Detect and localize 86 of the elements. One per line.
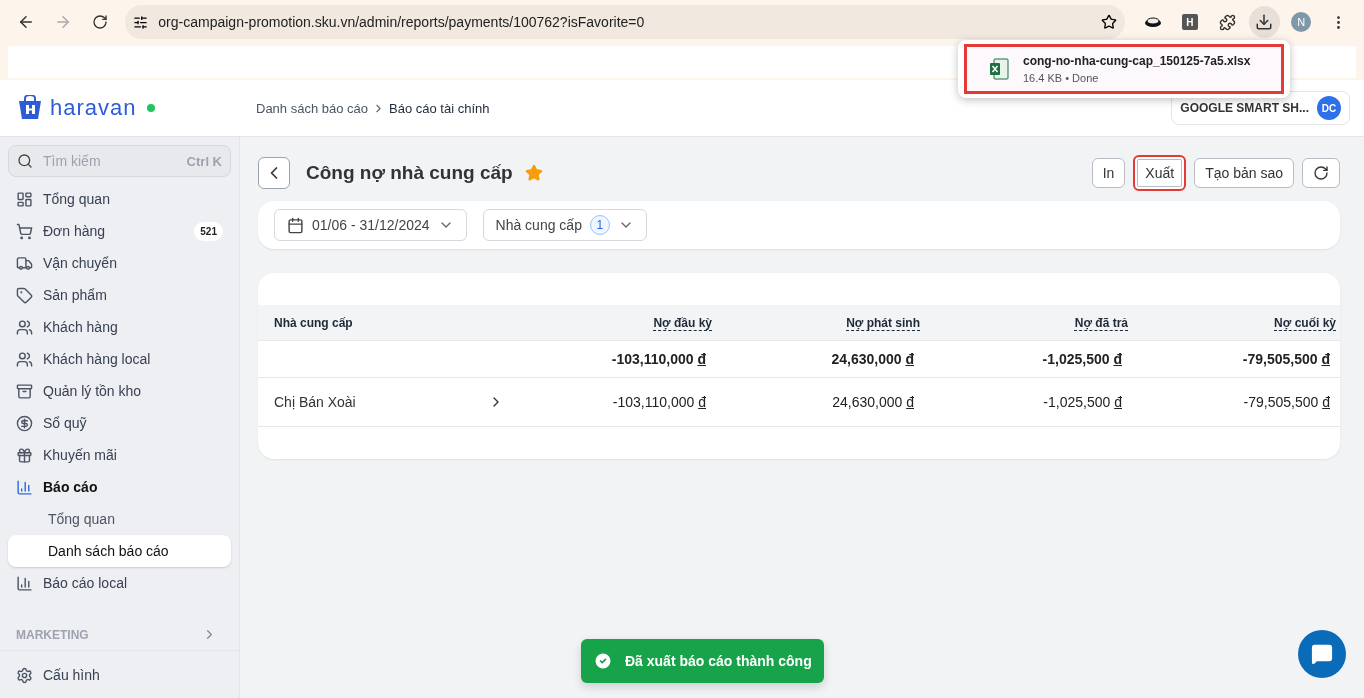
action-button[interactable]: Tạo bản sao: [1194, 158, 1294, 188]
refresh-button[interactable]: [1302, 158, 1340, 188]
amount-text: -1,025,500 đ: [1042, 351, 1123, 367]
sidebar-item-label: Sổ quỹ: [43, 415, 88, 431]
archive-icon: [16, 382, 33, 400]
chat-icon: [1311, 643, 1333, 665]
sidebar-subitem[interactable]: Tổng quan: [8, 503, 231, 535]
download-icon[interactable]: [1248, 6, 1280, 38]
action-button[interactable]: Xuất: [1133, 155, 1187, 191]
store-name: GOOGLE SMART SH...: [1180, 101, 1309, 115]
chat-button[interactable]: [1298, 630, 1346, 678]
sidebar-item[interactable]: Sản phẩm: [8, 279, 231, 311]
truck-icon: [16, 254, 33, 272]
bar-chart-icon: [16, 478, 33, 496]
sidebar-item[interactable]: Khách hàng local: [8, 343, 231, 375]
bookmark-star-icon[interactable]: [1101, 14, 1118, 30]
search-icon: [17, 153, 33, 169]
sidebar-item-label: Báo cáo local: [43, 575, 129, 591]
sidebar-item[interactable]: Báo cáo local: [8, 567, 231, 599]
sidebar-item-label: Khách hàng local: [43, 351, 152, 367]
column-header: Nợ đầu kỳ: [653, 315, 712, 330]
column-header: Nợ cuối kỳ: [1274, 315, 1336, 330]
check-icon: [593, 651, 613, 671]
back-button[interactable]: [258, 157, 290, 189]
amount-text: -103,110,000 đ: [611, 351, 707, 367]
sidebar-item-label: Sản phẩm: [43, 287, 108, 303]
sidebar-item-label: Báo cáo: [43, 479, 99, 495]
sidebar-item[interactable]: Sổ quỹ: [8, 407, 231, 439]
grid-icon: [16, 190, 33, 208]
shortcut-text: Ctrl K: [186, 153, 222, 169]
dollar-icon: [16, 414, 33, 432]
amount-text: 24,630,000 đ: [831, 351, 915, 367]
settings-icon: [16, 666, 33, 684]
file-name: cong-no-nha-cung-cap_150125-7a5.xlsx: [1023, 54, 1251, 68]
column-header: Nợ đã trả: [1074, 315, 1128, 330]
status-dot: [146, 104, 155, 112]
sidebar-item[interactable]: Đơn hàng 521: [8, 215, 231, 247]
users-icon: [16, 350, 33, 368]
gift-icon: [16, 446, 33, 464]
toast-text: Đã xuất báo cáo thành công: [625, 653, 812, 669]
search-input[interactable]: Tìm kiếm: [41, 152, 179, 170]
sidebar-subitem[interactable]: Danh sách báo cáo: [8, 535, 231, 567]
amount-text: -103,110,000 đ: [612, 394, 707, 410]
supplier-filter[interactable]: Nhà cung cấp 1: [482, 209, 647, 241]
sidebar-item-label: Vận chuyển: [43, 255, 118, 271]
logo-text: haravan: [50, 95, 137, 121]
sidebar-item-label: Khuyến mãi: [43, 447, 118, 463]
tag-icon: [16, 286, 33, 304]
column-header: Nợ phát sinh: [846, 315, 920, 330]
section-heading: MARKETING: [16, 627, 89, 642]
amount-text: -79,505,500 đ: [1243, 394, 1331, 410]
user-avatar[interactable]: DC: [1317, 96, 1341, 120]
sidebar-item-label: Khách hàng: [43, 319, 119, 335]
action-button[interactable]: In: [1091, 158, 1126, 188]
sidebar-item[interactable]: Quản lý tồn kho: [8, 375, 231, 407]
sidebar-item[interactable]: Tổng quan: [8, 183, 231, 215]
sidebar-item[interactable]: Khuyến mãi: [8, 439, 231, 471]
date-range-filter[interactable]: 01/06 - 31/12/2024: [274, 209, 467, 241]
download-status: 16.4 KB • Done: [1023, 72, 1100, 84]
supplier-name: Chị Bán Xoài: [274, 394, 356, 410]
amount-text: -79,505,500 đ: [1242, 351, 1331, 367]
spreadsheet-file-icon: [989, 58, 1009, 80]
sidebar-item[interactable]: Báo cáo: [8, 471, 231, 503]
refresh-icon: [1313, 165, 1329, 181]
users-icon: [16, 318, 33, 336]
sidebar-item[interactable]: Vận chuyển: [8, 247, 231, 279]
sidebar-item-label: Tổng quan: [43, 191, 111, 207]
breadcrumb-item[interactable]: Danh sách báo cáo: [256, 100, 369, 116]
count-badge: 521: [194, 221, 223, 241]
sidebar-item-label: Quản lý tồn kho: [43, 383, 143, 399]
sidebar-item-label: Đơn hàng: [43, 223, 107, 239]
download-item[interactable]: cong-no-nha-cung-cap_150125-7a5.xlsx 16.4 KB • Done: [964, 44, 1284, 94]
breadcrumb-item: Báo cáo tài chính: [389, 100, 490, 116]
amount-text: -1,025,500 đ: [1043, 394, 1123, 410]
sidebar-item[interactable]: Khách hàng: [8, 311, 231, 343]
extension-icon[interactable]: H: [1182, 14, 1198, 30]
cart-icon: [16, 222, 33, 240]
sidebar-item-label: Cấu hình: [43, 667, 101, 683]
column-header: Nhà cung cấp: [274, 315, 353, 330]
calendar-icon: [287, 216, 304, 234]
site-settings-icon[interactable]: [133, 14, 149, 30]
sidebar-item[interactable]: Cấu hình: [8, 659, 231, 691]
favorite-star-icon[interactable]: [524, 164, 543, 182]
page-title: Công nợ nhà cung cấp: [306, 162, 513, 184]
bar-chart-icon: [16, 574, 33, 592]
amount-text: 24,630,000 đ: [832, 394, 915, 410]
